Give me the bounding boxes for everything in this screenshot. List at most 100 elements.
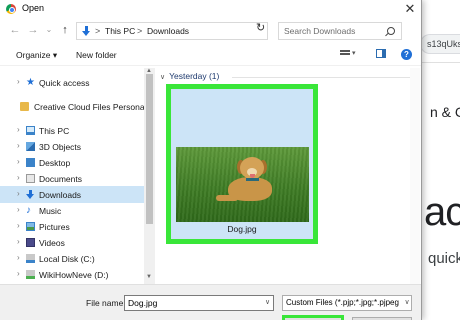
- up-button[interactable]: ↑: [58, 23, 72, 37]
- sidebar-scrollbar-thumb[interactable]: [146, 74, 153, 224]
- new-folder-button[interactable]: New folder: [76, 50, 117, 60]
- dialog-footer: File name: Dog.jpg ∨ Custom Files (*.pjp…: [0, 284, 421, 320]
- search-icon: [387, 27, 395, 35]
- chevron-right-icon[interactable]: ›: [17, 189, 20, 198]
- scroll-down-icon[interactable]: ▼: [146, 274, 152, 280]
- group-header[interactable]: ∨ Yesterday (1): [160, 71, 219, 81]
- sidebar-item-downloads[interactable]: › Downloads: [0, 186, 144, 203]
- breadcrumb-separator: >: [95, 26, 101, 36]
- sidebar-item-label: Pictures: [39, 222, 70, 232]
- sidebar-item-label: Documents: [39, 174, 82, 184]
- sidebar-item-videos[interactable]: › Videos: [0, 234, 144, 251]
- recent-locations-button[interactable]: ⌄: [42, 23, 56, 37]
- disk-icon: [26, 254, 35, 263]
- documents-icon: [26, 174, 35, 183]
- file-list-scrollbar[interactable]: [410, 68, 420, 284]
- folder-icon: [20, 102, 29, 111]
- open-file-dialog: Open ✕ ← → ⌄ ↑ > This PC > Downloads ↻ S…: [0, 0, 422, 320]
- sidebar-item-3d-objects[interactable]: › 3D Objects: [0, 138, 144, 155]
- sidebar-item-label: Videos: [39, 238, 65, 248]
- organize-button[interactable]: Organize ▾: [16, 50, 57, 61]
- desktop-icon: [26, 158, 35, 167]
- sidebar-item-label: Quick access: [39, 78, 90, 88]
- preview-pane-icon[interactable]: [376, 49, 386, 58]
- sidebar-item-creative-cloud[interactable]: Creative Cloud Files Personal A: [0, 98, 154, 115]
- forward-button[interactable]: →: [26, 23, 40, 37]
- sidebar-item-label: Creative Cloud Files Personal A: [34, 102, 155, 112]
- music-icon: ♪: [26, 205, 31, 216]
- videos-icon: [26, 238, 35, 247]
- pictures-icon: [26, 222, 35, 231]
- chevron-down-icon[interactable]: ∨: [265, 298, 270, 306]
- address-bar[interactable]: > This PC > Downloads: [76, 22, 268, 40]
- breadcrumb-separator: >: [137, 26, 143, 36]
- sidebar-item-desktop[interactable]: › Desktop: [0, 154, 144, 171]
- page-text-fragment-1: n & Co: [430, 104, 460, 120]
- chevron-right-icon[interactable]: ›: [17, 173, 20, 182]
- sidebar-item-documents[interactable]: › Documents: [0, 170, 144, 187]
- back-button[interactable]: ←: [8, 23, 22, 37]
- chevron-right-icon[interactable]: ›: [17, 157, 20, 166]
- download-icon: [82, 26, 91, 36]
- command-bar: Organize ▾ New folder ▾ ?: [0, 44, 421, 66]
- sidebar-item-local-disk[interactable]: › Local Disk (C:): [0, 250, 144, 267]
- breadcrumb-downloads[interactable]: Downloads: [147, 26, 189, 36]
- sidebar-item-label: 3D Objects: [39, 142, 82, 152]
- dialog-titlebar[interactable]: Open ✕: [0, 0, 421, 18]
- chevron-right-icon[interactable]: ›: [17, 237, 20, 246]
- chevron-right-icon[interactable]: ›: [17, 253, 20, 262]
- file-name-label: Dog.jpg: [227, 224, 257, 234]
- breadcrumb-this-pc[interactable]: This PC: [105, 26, 135, 36]
- file-list-pane: ∨ Yesterday (1) Dog.jpg: [156, 68, 421, 284]
- page-heading-fragment: acl: [424, 190, 460, 234]
- file-name-label: File name:: [86, 298, 126, 308]
- navigation-bar: ← → ⌄ ↑ > This PC > Downloads ↻ Search D…: [0, 20, 421, 42]
- computer-icon: [26, 126, 35, 135]
- close-button[interactable]: ✕: [402, 1, 418, 17]
- chevron-down-icon[interactable]: ∨: [402, 298, 411, 310]
- file-name-value: Dog.jpg: [128, 298, 158, 308]
- file-type-value: Custom Files (*.pjp;*.jpg;*.pjpeg: [286, 298, 399, 307]
- view-options-icon[interactable]: [340, 50, 350, 58]
- group-header-label: Yesterday (1): [169, 71, 220, 81]
- chevron-right-icon[interactable]: ›: [17, 125, 20, 134]
- sidebar-item-music[interactable]: › ♪ Music: [0, 202, 144, 219]
- sidebar-item-label: Downloads: [39, 190, 82, 200]
- sidebar-item-quick-access[interactable]: › ★ Quick access: [0, 74, 144, 91]
- search-placeholder: Search Downloads: [284, 26, 356, 36]
- chevron-right-icon[interactable]: ›: [17, 77, 20, 86]
- file-type-select[interactable]: Custom Files (*.pjp;*.jpg;*.pjpeg ∨: [282, 295, 412, 311]
- chevron-right-icon[interactable]: ›: [17, 205, 20, 214]
- browser-url-bar[interactable]: s13qUks.: [420, 34, 460, 54]
- browser-url-text: s13qUks.: [427, 39, 460, 49]
- dialog-title: Open: [22, 3, 45, 13]
- chrome-app-icon: [6, 4, 16, 14]
- open-button[interactable]: [282, 315, 344, 320]
- chevron-right-icon[interactable]: ›: [17, 141, 20, 150]
- sidebar-item-wikihowneve[interactable]: › WikiHowNeve (D:): [0, 266, 144, 283]
- help-button[interactable]: ?: [401, 49, 412, 60]
- chevron-down-icon[interactable]: ∨: [160, 74, 165, 81]
- chevron-right-icon[interactable]: ›: [17, 269, 20, 278]
- star-icon: ★: [26, 77, 35, 88]
- search-input[interactable]: Search Downloads: [278, 22, 402, 40]
- page-text-fragment-2: quick: [428, 250, 460, 267]
- sidebar-item-label: Music: [39, 206, 62, 216]
- group-divider: [232, 77, 418, 78]
- scroll-up-icon[interactable]: ▲: [146, 68, 152, 74]
- network-disk-icon: [26, 270, 35, 279]
- chevron-right-icon[interactable]: ›: [17, 221, 20, 230]
- sidebar-item-this-pc[interactable]: › This PC: [0, 122, 144, 139]
- download-icon: [26, 190, 35, 199]
- sidebar-item-label: WikiHowNeve (D:): [39, 270, 109, 280]
- refresh-button[interactable]: ↻: [256, 21, 265, 34]
- browser-divider: [420, 62, 460, 63]
- sidebar-item-label: This PC: [39, 126, 70, 136]
- sidebar-item-pictures[interactable]: › Pictures: [0, 218, 144, 235]
- chevron-down-icon[interactable]: ▾: [352, 49, 356, 57]
- dog-thumbnail: [176, 147, 309, 222]
- file-tile-dog[interactable]: Dog.jpg: [166, 84, 318, 244]
- file-name-input[interactable]: Dog.jpg ∨: [124, 295, 274, 311]
- sidebar-item-label: Desktop: [39, 158, 71, 168]
- sidebar-item-label: Local Disk (C:): [39, 254, 95, 264]
